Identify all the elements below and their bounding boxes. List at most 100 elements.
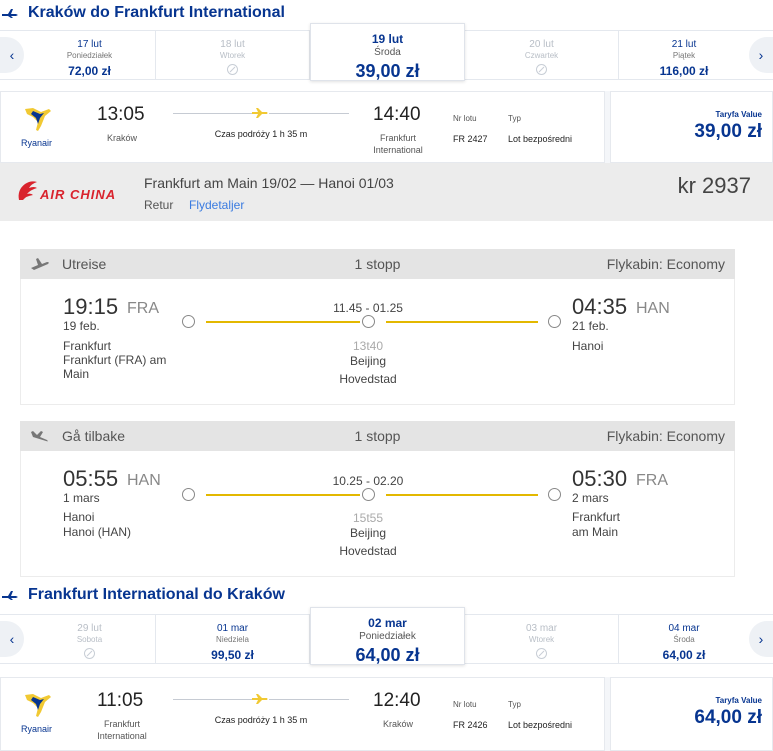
arrival-city: Hanoi [572, 339, 604, 353]
departure-time: 13:05 [97, 104, 145, 125]
airchina-price: kr 2937 [677, 173, 751, 198]
plane-icon [252, 108, 268, 118]
layover-times: 11.45 - 01.25 [333, 301, 403, 315]
airchina-legs: Utreise 1 stopp Flykabin: Economy 19:15 … [0, 221, 773, 579]
departure-code: FRA [127, 300, 159, 317]
outbound-date-0[interactable]: 17 lut Poniedziałek 72,00 zł [24, 31, 156, 79]
chevron-left-icon: ‹ [9, 47, 15, 63]
prev-dates-button[interactable]: ‹ [0, 621, 24, 657]
no-flight-icon [536, 648, 547, 659]
flight-type-label: Typ [508, 700, 521, 709]
flight-number-label: Nr lotu [453, 700, 477, 709]
plane-icon [2, 9, 18, 18]
outbound-date-strip: ‹ 17 lut Poniedziałek 72,00 zł 18 lut Wt… [0, 23, 773, 81]
flight-duration: Czas podróży 1 h 35 m [214, 715, 308, 725]
arrival-city: Kraków [382, 719, 413, 729]
origin-dot [182, 488, 195, 501]
route-line-1 [206, 321, 360, 323]
outbound-date-3: 20 lut Czwartek [465, 31, 619, 79]
leg-body-outbound: 19:15 FRA 19 feb. Frankfurt Frankfurt (F… [20, 279, 735, 405]
departure-time: 19:15 [63, 294, 119, 319]
route-line-left [173, 113, 253, 114]
prev-dates-button[interactable]: ‹ [0, 37, 24, 73]
arrival-date: 21 feb. [572, 319, 609, 333]
flight-details-link[interactable]: Flydetaljer [189, 198, 244, 212]
airline-name: Ryanair [21, 138, 53, 148]
layover-times: 10.25 - 02.20 [332, 474, 404, 488]
route-line-2 [386, 321, 538, 323]
cabin-class: Flykabin: Economy [606, 428, 725, 444]
departure-date: 19 feb. [63, 319, 100, 333]
departure-time: 11:05 [97, 690, 144, 711]
inbound-fare-box[interactable]: Taryfa Value 64,00 zł [610, 677, 773, 751]
leg-header-outbound: Utreise 1 stopp Flykabin: Economy [20, 249, 735, 279]
departure-time: 05:55 [63, 466, 119, 491]
fare-label: Taryfa Value [715, 696, 762, 705]
inbound-flight-card[interactable]: Ryanair 11:05 Frankfurt International Cz… [0, 677, 605, 751]
outbound-route-title: Kraków do Frankfurt International [28, 4, 285, 21]
trip-type: Retur [144, 198, 174, 212]
origin-dot [182, 315, 195, 328]
route-line-1 [206, 494, 360, 496]
arrival-time: 12:40 [373, 690, 421, 711]
flight-type: Lot bezpośredni [508, 720, 573, 730]
arrival-time: 05:30 [572, 466, 628, 491]
outbound-date-1: 18 lut Wtorek [156, 31, 310, 79]
flight-number: FR 2426 [453, 720, 488, 730]
airchina-itinerary: AIR CHINA Frankfurt am Main 19/02 — Hano… [0, 163, 773, 579]
leg-header-return: Gå tilbake 1 stopp Flykabin: Economy [20, 421, 735, 451]
arrival-time: 04:35 [572, 294, 628, 319]
leg-body-return: 05:55 HAN 1 mars Hanoi Hanoi (HAN) 10.25… [20, 451, 735, 577]
plane-icon [252, 694, 268, 704]
arrival-time: 14:40 [373, 104, 421, 125]
inbound-date-1[interactable]: 01 mar Niedziela 99,50 zł [156, 615, 310, 663]
inbound-date-3: 03 mar Wtorek [465, 615, 619, 663]
airchina-phoenix-icon [18, 181, 37, 200]
airchina-logo-text: AIR CHINA [40, 187, 117, 202]
flight-type: Lot bezpośredni [508, 134, 573, 144]
inbound-date-2-selected[interactable]: 02 mar Poniedziałek 64,00 zł [310, 607, 465, 665]
outbound-flight-row[interactable]: Ryanair 13:05 Kraków Czas podróży 1 h 35… [0, 91, 773, 163]
arrival-code: HAN [636, 300, 670, 317]
inbound-date-4[interactable]: 04 mar Środa 64,00 zł [619, 615, 749, 663]
route-line-2 [386, 494, 538, 496]
no-flight-icon [536, 64, 547, 75]
outbound-date-4[interactable]: 21 lut Piątek 116,00 zł [619, 31, 749, 79]
next-dates-button[interactable]: › [749, 37, 773, 73]
chevron-left-icon: ‹ [9, 631, 15, 647]
no-flight-icon [84, 648, 95, 659]
cabin-class: Flykabin: Economy [606, 256, 725, 272]
next-dates-button[interactable]: › [749, 621, 773, 657]
arrival-city: Frankfurt am Main [572, 510, 621, 539]
destination-dot [548, 488, 561, 501]
layover-info: 13t40 Beijing Hovedstad [339, 339, 397, 386]
outbound-flight-card[interactable]: Ryanair 13:05 Kraków Czas podróży 1 h 35… [0, 91, 605, 163]
airchina-header: AIR CHINA Frankfurt am Main 19/02 — Hano… [0, 163, 773, 221]
chevron-right-icon: › [758, 47, 764, 63]
outbound-date-2-selected[interactable]: 19 lut Środa 39,00 zł [310, 23, 465, 81]
layover-info: 15t55 Beijing Hovedstad [339, 511, 397, 558]
ryanair-harp-icon [25, 694, 51, 717]
flight-number: FR 2427 [453, 134, 488, 144]
outbound-fare-box[interactable]: Taryfa Value 39,00 zł [610, 91, 773, 163]
ryanair-harp-icon [25, 108, 51, 131]
destination-dot [548, 315, 561, 328]
inbound-flight-row[interactable]: Ryanair 11:05 Frankfurt International Cz… [0, 677, 773, 751]
inbound-route-header: Frankfurt International do Kraków [0, 582, 773, 608]
flight-type-label: Typ [508, 114, 521, 123]
arrival-city: Frankfurt International [373, 133, 423, 155]
route-line-right [269, 699, 349, 700]
no-flight-icon [227, 64, 238, 75]
departure-city: Kraków [106, 133, 137, 143]
chevron-right-icon: › [758, 631, 764, 647]
fare-label: Taryfa Value [715, 110, 762, 119]
plane-icon [2, 591, 18, 600]
flight-duration: Czas podróży 1 h 35 m [214, 129, 308, 139]
departure-code: HAN [127, 472, 161, 489]
route-line-right [269, 113, 349, 114]
airchina-route: Frankfurt am Main 19/02 — Hanoi 01/03 [144, 175, 394, 191]
departure-city: Frankfurt International [97, 719, 147, 741]
arrival-code: FRA [636, 472, 668, 489]
departure-city: Hanoi Hanoi (HAN) [63, 510, 132, 539]
route-line-left [173, 699, 253, 700]
